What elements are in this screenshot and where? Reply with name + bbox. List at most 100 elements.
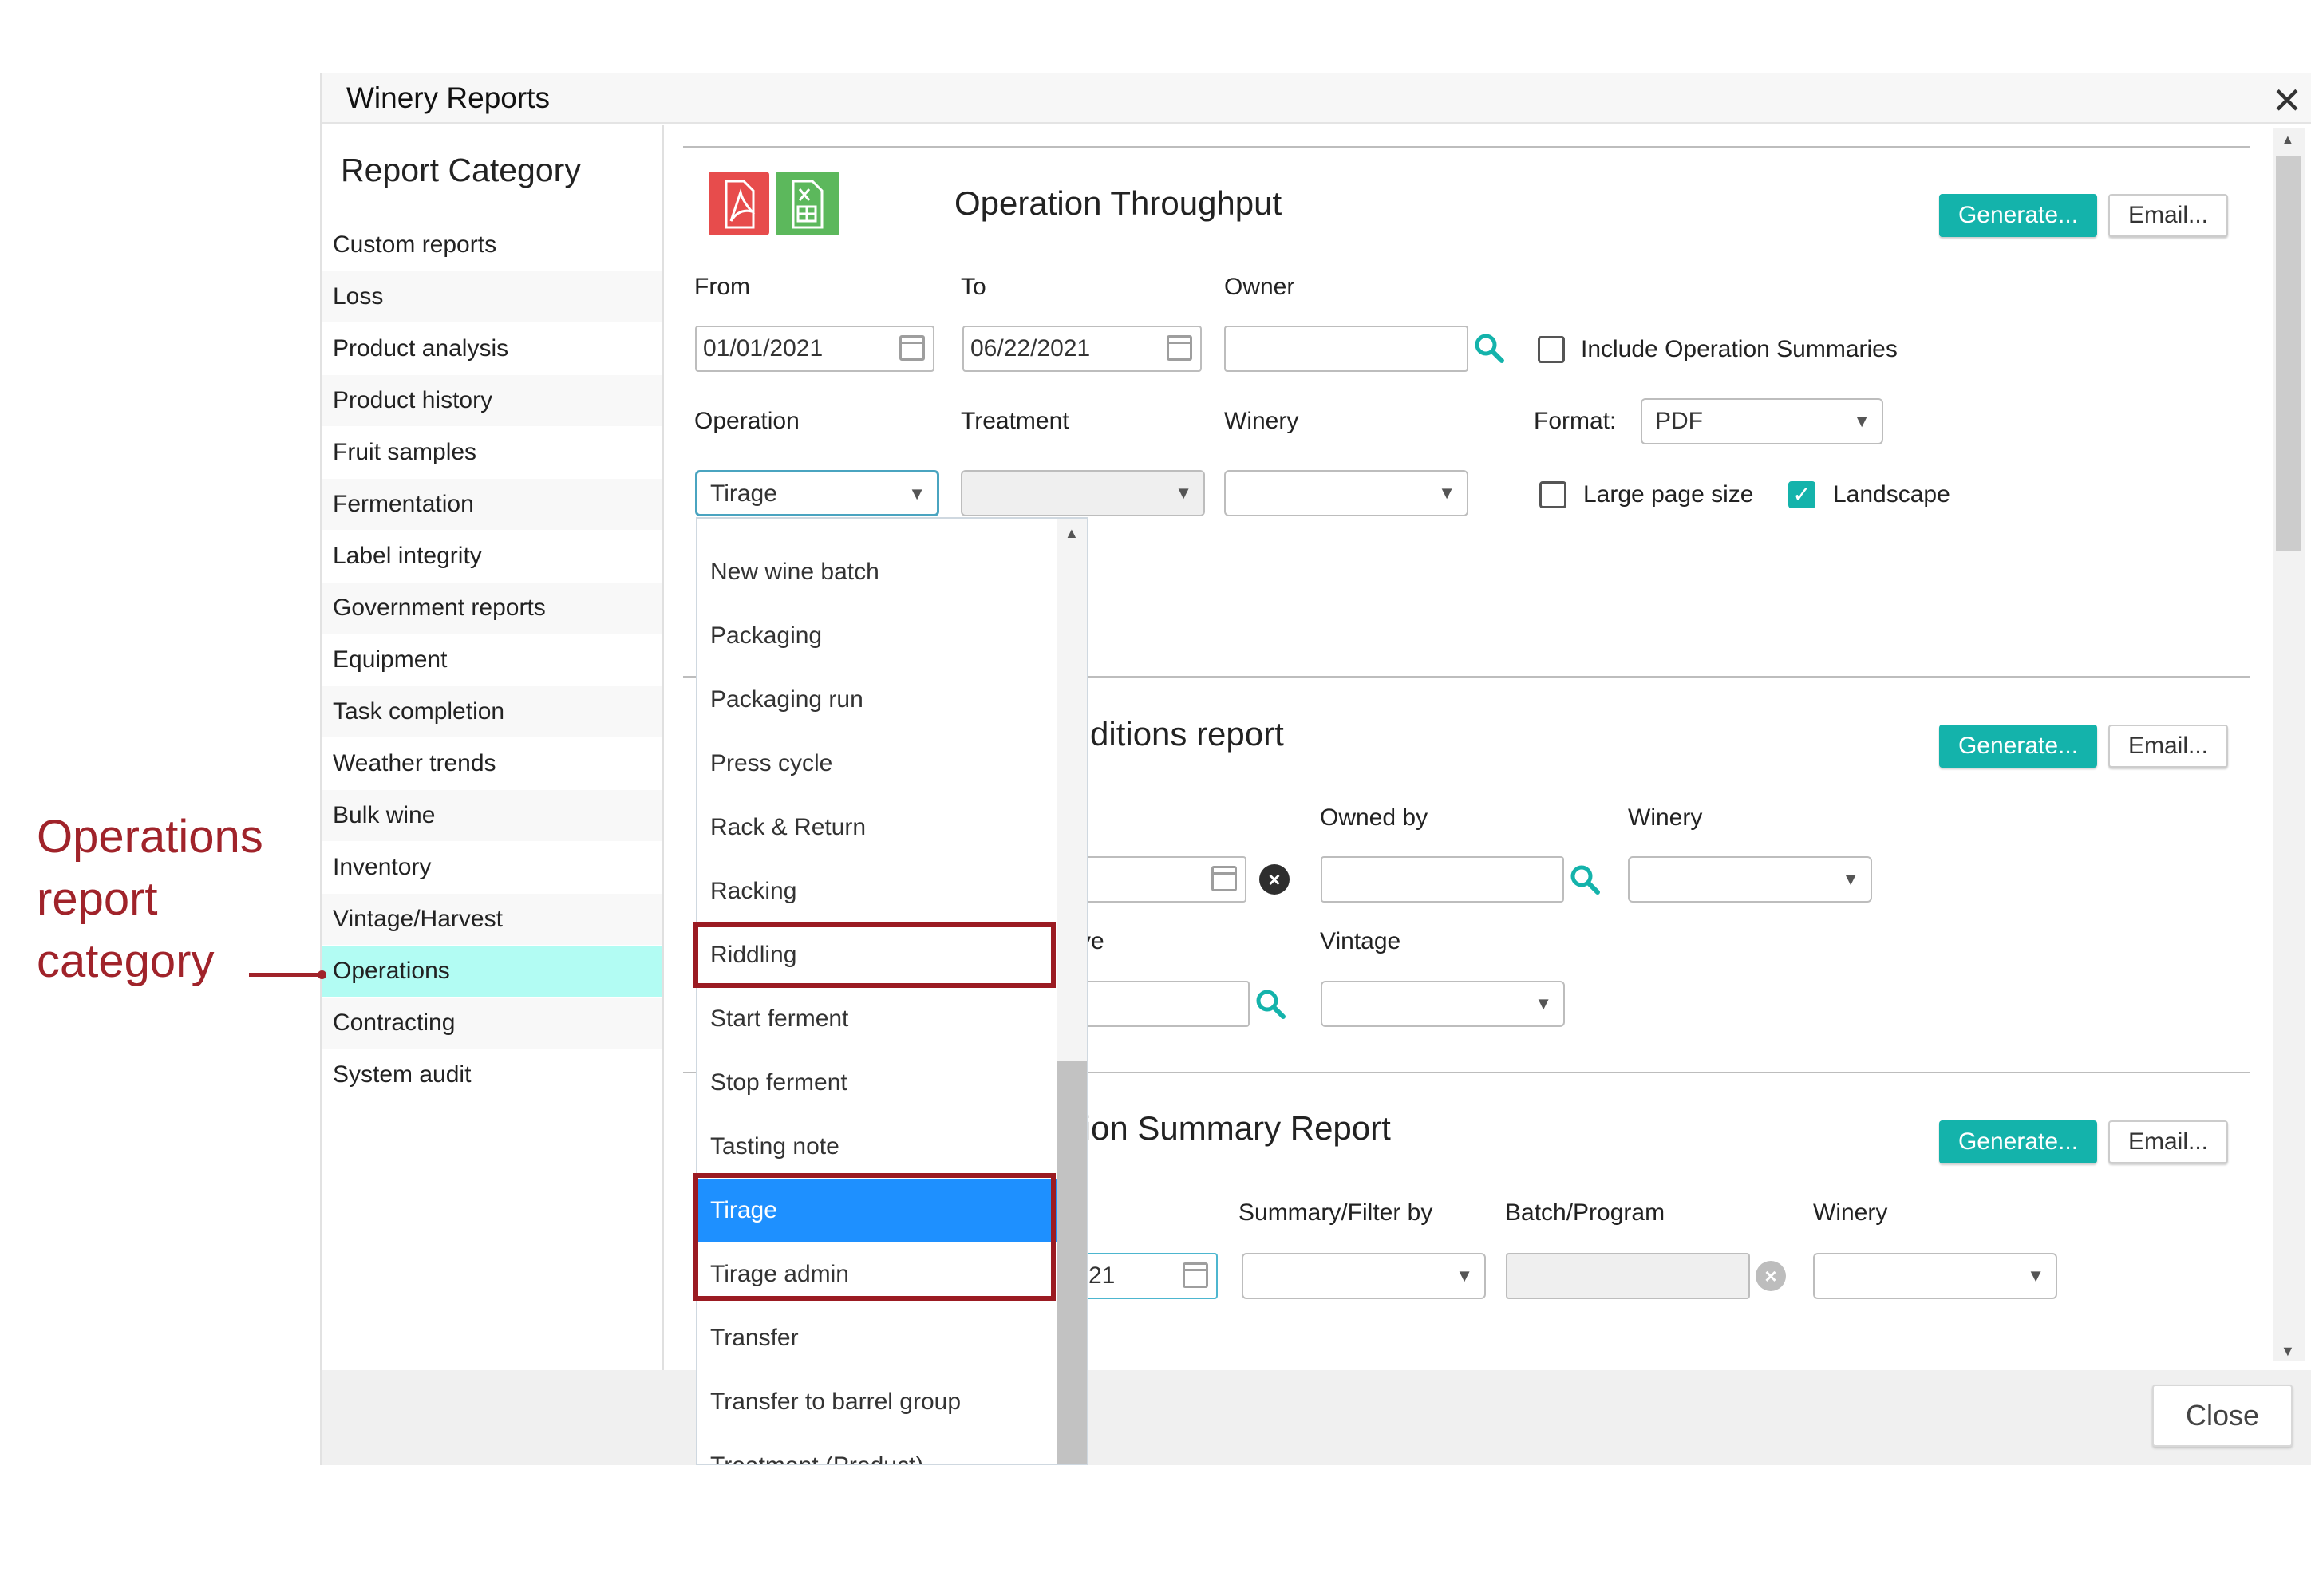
include-summaries-checkbox[interactable]	[1538, 336, 1565, 363]
option-press-cycle[interactable]: Press cycle	[697, 732, 1057, 796]
batch-program-input[interactable]	[1506, 1253, 1750, 1299]
annotation-callout: Operations report category	[37, 806, 308, 993]
option-new-wine-batch[interactable]: New wine batch	[697, 540, 1057, 604]
calendar-icon[interactable]	[1167, 335, 1192, 361]
search-icon[interactable]	[1254, 988, 1286, 1020]
to-label: To	[961, 274, 986, 300]
owned-by-input[interactable]	[1321, 856, 1564, 903]
email-button[interactable]: Email...	[2108, 194, 2228, 237]
sidebar-item-fruit-samples[interactable]: Fruit samples	[322, 427, 662, 478]
chevron-down-icon: ▼	[1535, 994, 1552, 1013]
sidebar-item-custom-reports[interactable]: Custom reports	[322, 219, 662, 271]
scroll-up-icon[interactable]: ▲	[2281, 132, 2295, 148]
date-input[interactable]	[1061, 856, 1246, 903]
winery-label: Winery	[1224, 408, 1299, 434]
report-title-conditions: ditions report	[1090, 715, 1284, 753]
sidebar-item-inventory[interactable]: Inventory	[322, 842, 662, 893]
scroll-down-icon[interactable]: ▼	[2281, 1343, 2295, 1360]
clear-icon[interactable]: ×	[1259, 864, 1290, 895]
main-scrollbar-thumb[interactable]	[2276, 156, 2301, 551]
sidebar-item-label-integrity[interactable]: Label integrity	[322, 531, 662, 582]
generate-button[interactable]: Generate...	[1939, 194, 2097, 237]
summary-filter-select[interactable]: ▼	[1242, 1253, 1486, 1299]
operation-dropdown-list[interactable]: New wine batch Packaging Packaging run P…	[696, 517, 1088, 1465]
from-date-input[interactable]: 01/01/2021	[695, 326, 934, 372]
sidebar-item-task-completion[interactable]: Task completion	[322, 686, 662, 737]
chevron-down-icon: ▼	[1438, 483, 1456, 503]
chevron-down-icon: ▼	[1842, 869, 1859, 889]
sidebar-item-weather-trends[interactable]: Weather trends	[322, 738, 662, 789]
highlight-box-riddling	[693, 922, 1056, 988]
sidebar-item-product-analysis[interactable]: Product analysis	[322, 323, 662, 374]
highlight-box-tirage	[693, 1173, 1056, 1301]
sidebar-item-vintage-harvest[interactable]: Vintage/Harvest	[322, 894, 662, 945]
annotation-pointer-line	[249, 973, 322, 977]
email-button[interactable]: Email...	[2108, 1120, 2228, 1163]
report-title-operation-throughput: Operation Throughput	[954, 184, 1282, 222]
clear-icon[interactable]: ×	[1756, 1261, 1786, 1291]
winery-select[interactable]: ▼	[1628, 856, 1872, 903]
option-transfer[interactable]: Transfer	[697, 1306, 1057, 1370]
calendar-icon[interactable]	[899, 335, 925, 361]
email-button[interactable]: Email...	[2108, 725, 2228, 768]
operation-select[interactable]: Tirage ▼	[695, 470, 939, 516]
from-date-value: 01/01/2021	[703, 335, 824, 361]
search-icon[interactable]	[1569, 863, 1601, 895]
chevron-down-icon: ▼	[2027, 1266, 2044, 1286]
treatment-select[interactable]: ▼	[961, 470, 1205, 516]
option-start-ferment[interactable]: Start ferment	[697, 987, 1057, 1051]
chevron-down-icon: ▼	[1456, 1266, 1473, 1286]
generate-button[interactable]: Generate...	[1939, 1120, 2097, 1163]
calendar-icon[interactable]	[1211, 866, 1237, 891]
report-category-sidebar: Report Category Custom reports Loss Prod…	[322, 125, 664, 1370]
landscape-label: Landscape	[1833, 481, 1950, 508]
dropdown-scrollbar-thumb[interactable]	[1057, 1061, 1087, 1464]
sidebar-item-fermentation[interactable]: Fermentation	[322, 479, 662, 530]
product-input[interactable]	[1061, 981, 1250, 1027]
sidebar-item-equipment[interactable]: Equipment	[322, 634, 662, 685]
dialog-title: Winery Reports	[346, 81, 550, 114]
report-title-summary: tion Summary Report	[1074, 1109, 1391, 1147]
owner-label: Owner	[1224, 274, 1295, 300]
option-stop-ferment[interactable]: Stop ferment	[697, 1051, 1057, 1115]
option-racking[interactable]: Racking	[697, 859, 1057, 923]
close-icon[interactable]: ✕	[2270, 82, 2305, 119]
large-page-label: Large page size	[1583, 481, 1754, 508]
date-value: 21	[1088, 1262, 1116, 1289]
annotation-line-2: report	[37, 873, 158, 925]
sidebar-item-government-reports[interactable]: Government reports	[322, 583, 662, 634]
from-label: From	[694, 274, 750, 300]
option-rack-return[interactable]: Rack & Return	[697, 796, 1057, 859]
scroll-up-icon[interactable]: ▲	[1065, 525, 1079, 542]
option-treatment-product[interactable]: Treatment (Product)	[697, 1434, 1057, 1464]
owner-input[interactable]	[1224, 326, 1468, 372]
sidebar-item-bulk-wine[interactable]: Bulk wine	[322, 790, 662, 841]
format-select[interactable]: PDF ▼	[1641, 398, 1883, 444]
to-date-input[interactable]: 06/22/2021	[962, 326, 1202, 372]
sidebar-item-contracting[interactable]: Contracting	[322, 998, 662, 1049]
option-packaging-run[interactable]: Packaging run	[697, 668, 1057, 732]
option-packaging[interactable]: Packaging	[697, 604, 1057, 668]
winery-select[interactable]: ▼	[1224, 470, 1468, 516]
sidebar-item-operations[interactable]: Operations	[322, 946, 662, 997]
winery-select[interactable]: ▼	[1813, 1253, 2057, 1299]
summary-filter-label: Summary/Filter by	[1238, 1199, 1433, 1226]
section-divider	[683, 146, 2250, 148]
chevron-down-icon: ▼	[1853, 411, 1871, 431]
calendar-icon[interactable]	[1183, 1262, 1208, 1288]
winery-label: Winery	[1628, 804, 1703, 831]
sidebar-item-system-audit[interactable]: System audit	[322, 1049, 662, 1100]
annotation-pointer-dot	[318, 970, 326, 979]
search-icon[interactable]	[1473, 332, 1505, 364]
excel-icon[interactable]	[774, 170, 841, 237]
option-transfer-to-barrel-group[interactable]: Transfer to barrel group	[697, 1370, 1057, 1434]
sidebar-item-product-history[interactable]: Product history	[322, 375, 662, 426]
option-tasting-note[interactable]: Tasting note	[697, 1115, 1057, 1179]
close-button[interactable]: Close	[2152, 1385, 2293, 1447]
generate-button[interactable]: Generate...	[1939, 725, 2097, 768]
landscape-checkbox[interactable]: ✓	[1788, 481, 1815, 508]
sidebar-item-loss[interactable]: Loss	[322, 271, 662, 322]
vintage-select[interactable]: ▼	[1321, 981, 1565, 1027]
include-summaries-label: Include Operation Summaries	[1581, 336, 1898, 362]
large-page-checkbox[interactable]	[1539, 481, 1566, 508]
